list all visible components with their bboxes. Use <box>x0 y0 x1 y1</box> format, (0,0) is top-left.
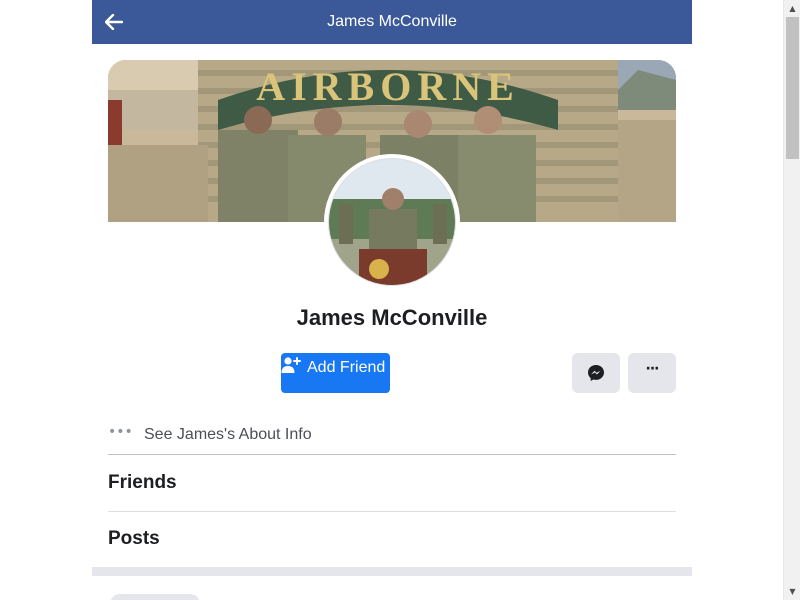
filter-pill[interactable] <box>110 594 200 600</box>
back-button[interactable] <box>102 10 126 34</box>
more-dots-icon: ··· <box>645 361 660 377</box>
arrow-left-icon <box>105 14 123 30</box>
profile-avatar[interactable] <box>324 154 460 290</box>
add-friend-label: Add Friend <box>307 359 386 376</box>
cover-banner-text: AIRBORNE <box>256 64 520 109</box>
posts-section-title[interactable]: Posts <box>108 528 160 550</box>
section-separator <box>92 567 692 576</box>
scroll-up-icon[interactable]: ▲ <box>784 0 800 17</box>
browser-viewport: James McConville AIRBORNE James McConvil… <box>0 0 800 600</box>
person-add-icon <box>281 357 301 373</box>
profile-page: James McConville AIRBORNE James McConvil… <box>92 0 692 600</box>
top-bar: James McConville <box>92 0 692 44</box>
divider <box>108 511 676 512</box>
scroll-thumb[interactable] <box>786 17 799 159</box>
page-title: James McConville <box>327 13 457 30</box>
messenger-icon <box>588 365 604 381</box>
add-friend-button[interactable]: Add Friend <box>281 353 390 393</box>
scroll-down-icon[interactable]: ▼ <box>784 583 800 600</box>
profile-name: James McConville <box>296 305 488 330</box>
more-options-button[interactable]: ··· <box>628 353 676 393</box>
divider <box>108 454 676 455</box>
friends-section-title[interactable]: Friends <box>108 472 177 494</box>
about-info-label: See James's About Info <box>144 426 312 443</box>
message-button[interactable] <box>572 353 620 393</box>
ellipsis-icon: ••• <box>108 424 133 440</box>
about-info-link[interactable]: ••• See James's About Info <box>108 416 676 454</box>
vertical-scrollbar[interactable]: ▲ ▼ <box>783 0 800 600</box>
